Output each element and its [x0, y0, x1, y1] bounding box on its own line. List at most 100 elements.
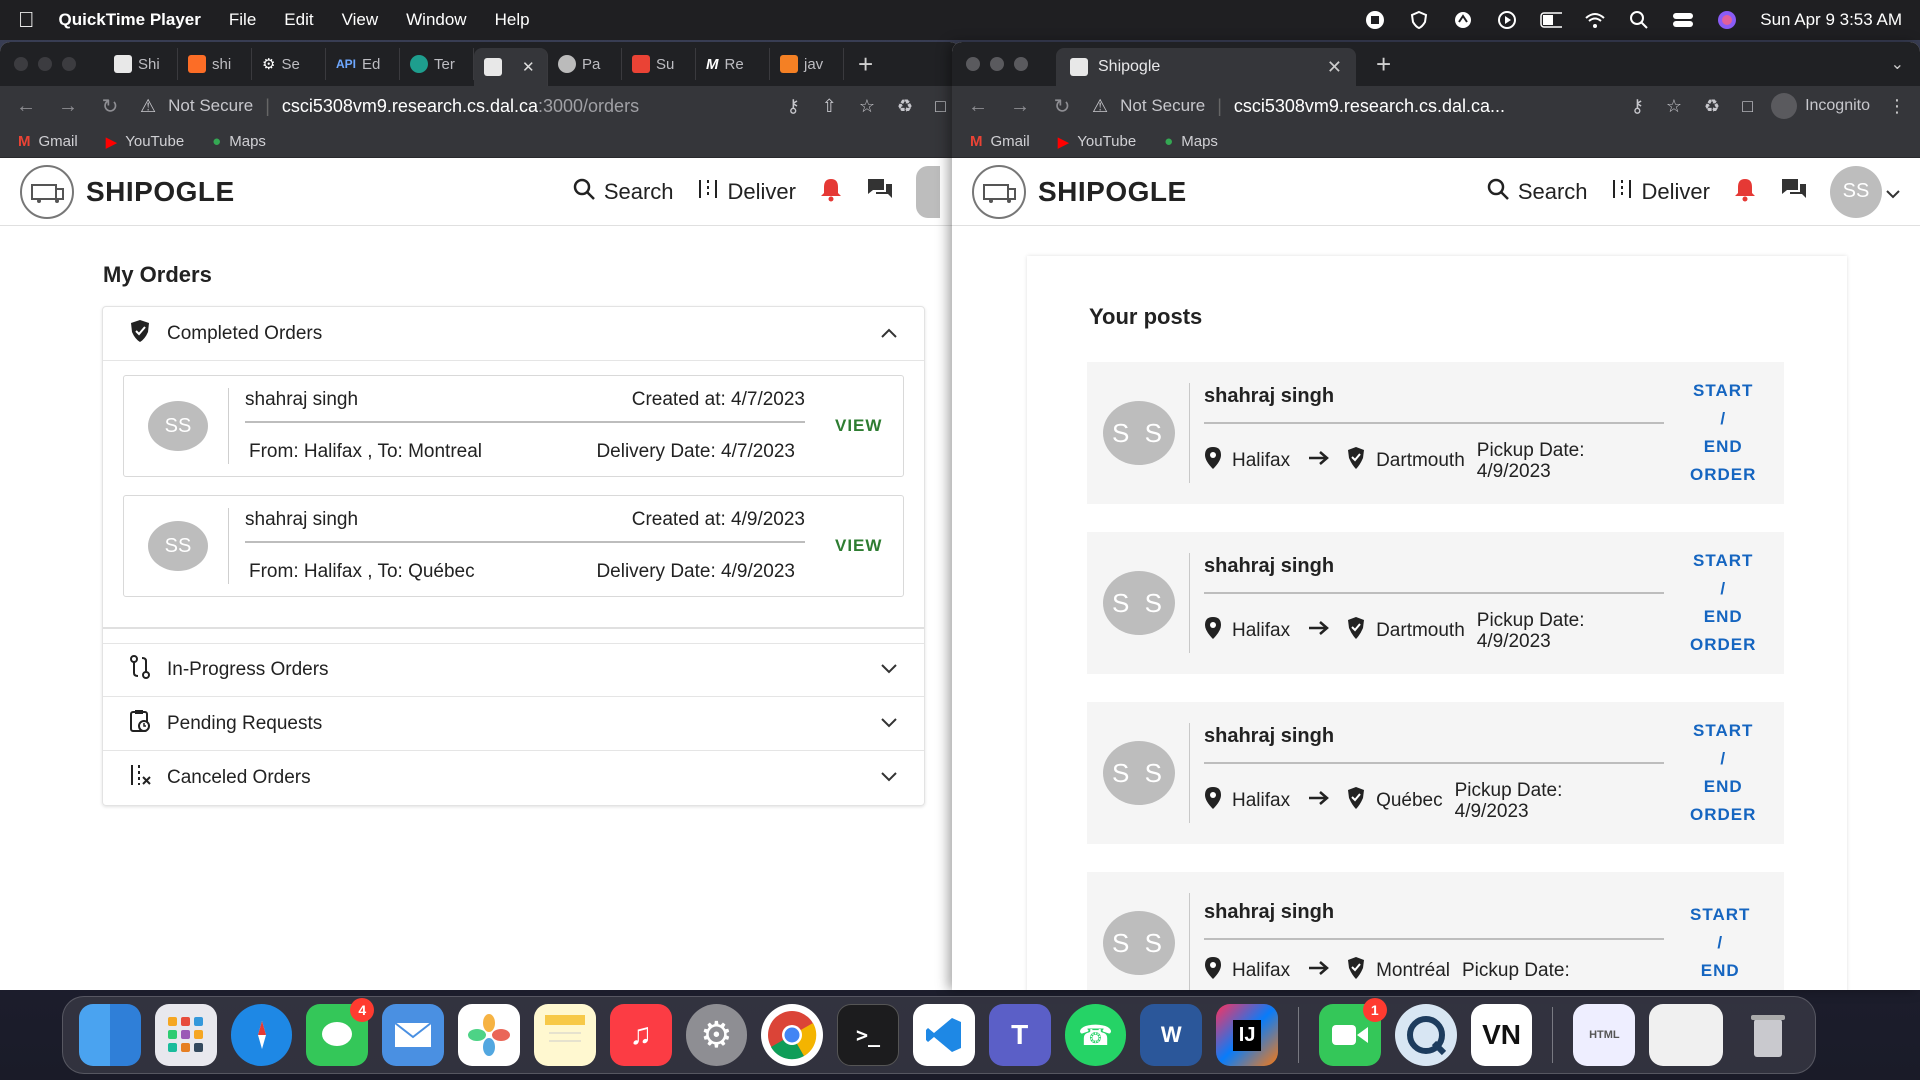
bookmark-gmail[interactable]: M Gmail	[18, 133, 78, 150]
notification-bell-icon[interactable]	[818, 176, 844, 208]
accordion-pending-requests[interactable]: Pending Requests	[103, 697, 924, 751]
tab-shipogle-1[interactable]: Shi	[104, 48, 178, 80]
terminal-icon[interactable]: >_	[837, 1004, 899, 1066]
bookmark-gmail[interactable]: M Gmail	[970, 133, 1030, 150]
spotlight-search-icon[interactable]	[1628, 9, 1650, 31]
nav-deliver[interactable]: Deliver	[696, 177, 796, 207]
battery-icon[interactable]	[1540, 9, 1563, 31]
nav-search[interactable]: Search	[572, 177, 674, 207]
chrome-icon[interactable]	[761, 1004, 824, 1066]
brand-name[interactable]: SHIPOGLE	[1038, 176, 1187, 208]
start-end-order-button[interactable]: START / END	[1690, 901, 1750, 985]
chevron-up-icon[interactable]	[880, 323, 898, 345]
tab-gitlab[interactable]: shi	[178, 48, 252, 80]
start-end-order-button[interactable]: START / END ORDER	[1690, 717, 1756, 829]
tab-search-icon[interactable]: ⌄	[1891, 54, 1904, 74]
star-icon[interactable]: ☆	[859, 96, 875, 117]
chevron-down-icon[interactable]	[880, 713, 898, 735]
shield-heart-icon[interactable]	[1408, 9, 1430, 31]
nav-deliver[interactable]: Deliver	[1610, 177, 1710, 207]
messages-icon[interactable]: 4	[306, 998, 375, 1066]
tab-shipogle[interactable]: Shipogle ✕	[1056, 48, 1356, 86]
menu-edit[interactable]: Edit	[284, 10, 313, 30]
notification-bell-icon[interactable]	[1732, 176, 1758, 208]
menu-clock[interactable]: Sun Apr 9 3:53 AM	[1760, 10, 1902, 30]
chat-icon[interactable]	[866, 176, 894, 208]
system-settings-icon[interactable]: ⚙	[685, 1004, 748, 1066]
quicktime-icon[interactable]	[1394, 1004, 1457, 1066]
menu-app-name[interactable]: QuickTime Player	[59, 10, 201, 30]
teams-icon[interactable]: T	[988, 1004, 1051, 1066]
url-field[interactable]: ⚠ Not Secure | csci5308vm9.research.cs.d…	[140, 96, 769, 117]
extensions-icon[interactable]: ♻	[1704, 96, 1720, 117]
whatsapp-icon[interactable]: ☎	[1064, 1004, 1127, 1066]
key-icon[interactable]: ⚷	[1631, 96, 1644, 117]
sidepanel-icon[interactable]: □	[935, 96, 946, 117]
accordion-in-progress-orders[interactable]: In-Progress Orders	[103, 643, 924, 697]
html-file-icon[interactable]: HTML	[1573, 1004, 1636, 1066]
intellij-icon[interactable]: IJ	[1216, 1004, 1279, 1066]
vscode-icon[interactable]	[912, 1004, 975, 1066]
tab-payments[interactable]: Pa	[548, 48, 622, 80]
record-stop-icon[interactable]	[1364, 9, 1386, 31]
tab-java[interactable]: jav	[770, 48, 844, 80]
tab-active-orders[interactable]: ✕	[474, 48, 548, 86]
tab-settings[interactable]: ⚙ Se	[252, 48, 326, 80]
trash-icon[interactable]	[1737, 1004, 1799, 1066]
start-end-order-button[interactable]: START / END ORDER	[1690, 377, 1756, 489]
chat-icon[interactable]	[1780, 176, 1808, 208]
minimize-window-button[interactable]	[38, 57, 52, 71]
word-icon[interactable]: W	[1140, 1004, 1203, 1066]
facetime-icon[interactable]: 1	[1319, 998, 1387, 1066]
siri-icon[interactable]	[1716, 9, 1738, 31]
finder-icon[interactable]	[79, 1004, 141, 1066]
notes-icon[interactable]	[533, 1004, 596, 1066]
menu-file[interactable]: File	[229, 10, 256, 30]
close-window-button[interactable]	[966, 57, 980, 71]
bookmark-youtube[interactable]: ▶ YouTube	[1058, 133, 1137, 151]
shipogle-logo[interactable]	[20, 164, 74, 219]
music-icon[interactable]: ♫	[609, 1004, 672, 1066]
vn-editor-icon[interactable]: VN	[1470, 1004, 1533, 1066]
new-tab-button[interactable]: +	[858, 49, 873, 80]
zoom-window-button[interactable]	[62, 57, 76, 71]
cloud-sync-icon[interactable]	[1452, 9, 1474, 31]
user-avatar-partial[interactable]	[916, 165, 940, 218]
share-icon[interactable]: ⇧	[822, 96, 837, 117]
brand-name[interactable]: SHIPOGLE	[86, 176, 235, 208]
chevron-down-icon[interactable]	[880, 659, 898, 681]
back-icon[interactable]: ←	[966, 95, 990, 118]
mail-icon[interactable]	[382, 1004, 445, 1066]
url-field[interactable]: ⚠ Not Secure | csci5308vm9.research.cs.d…	[1092, 96, 1613, 117]
star-icon[interactable]: ☆	[1666, 96, 1682, 117]
shipogle-logo[interactable]	[972, 164, 1026, 219]
start-end-order-button[interactable]: START / END ORDER	[1690, 547, 1756, 659]
forward-icon[interactable]: →	[56, 95, 80, 118]
zoom-window-button[interactable]	[1014, 57, 1028, 71]
view-order-button[interactable]: VIEW	[835, 536, 882, 556]
back-icon[interactable]: ←	[14, 95, 38, 118]
user-menu[interactable]: SS	[1830, 165, 1900, 218]
menu-window[interactable]: Window	[406, 10, 466, 30]
reload-icon[interactable]: ↻	[98, 94, 122, 119]
wifi-icon[interactable]	[1584, 9, 1606, 31]
tab-medium[interactable]: M Re	[696, 48, 770, 80]
safari-icon[interactable]	[230, 1004, 293, 1066]
new-tab-button[interactable]: +	[1376, 49, 1391, 80]
control-center-icon[interactable]	[1672, 9, 1694, 31]
view-order-button[interactable]: VIEW	[835, 416, 882, 436]
chevron-down-icon[interactable]	[880, 767, 898, 789]
screenshot-preview-icon[interactable]	[1649, 1004, 1724, 1066]
menu-help[interactable]: Help	[495, 10, 530, 30]
photos-icon[interactable]	[458, 1004, 520, 1066]
bookmark-youtube[interactable]: ▶ YouTube	[106, 133, 185, 151]
forward-icon[interactable]: →	[1008, 95, 1032, 118]
launchpad-icon[interactable]	[154, 1004, 217, 1066]
reload-icon[interactable]: ↻	[1050, 94, 1074, 119]
bookmark-maps[interactable]: ● Maps	[1164, 133, 1218, 150]
extensions-icon[interactable]: ♻	[897, 96, 913, 117]
nav-search[interactable]: Search	[1486, 177, 1588, 207]
minimize-window-button[interactable]	[990, 57, 1004, 71]
tab-supabase[interactable]: Su	[622, 48, 696, 80]
apple-icon[interactable]: 	[18, 7, 35, 33]
